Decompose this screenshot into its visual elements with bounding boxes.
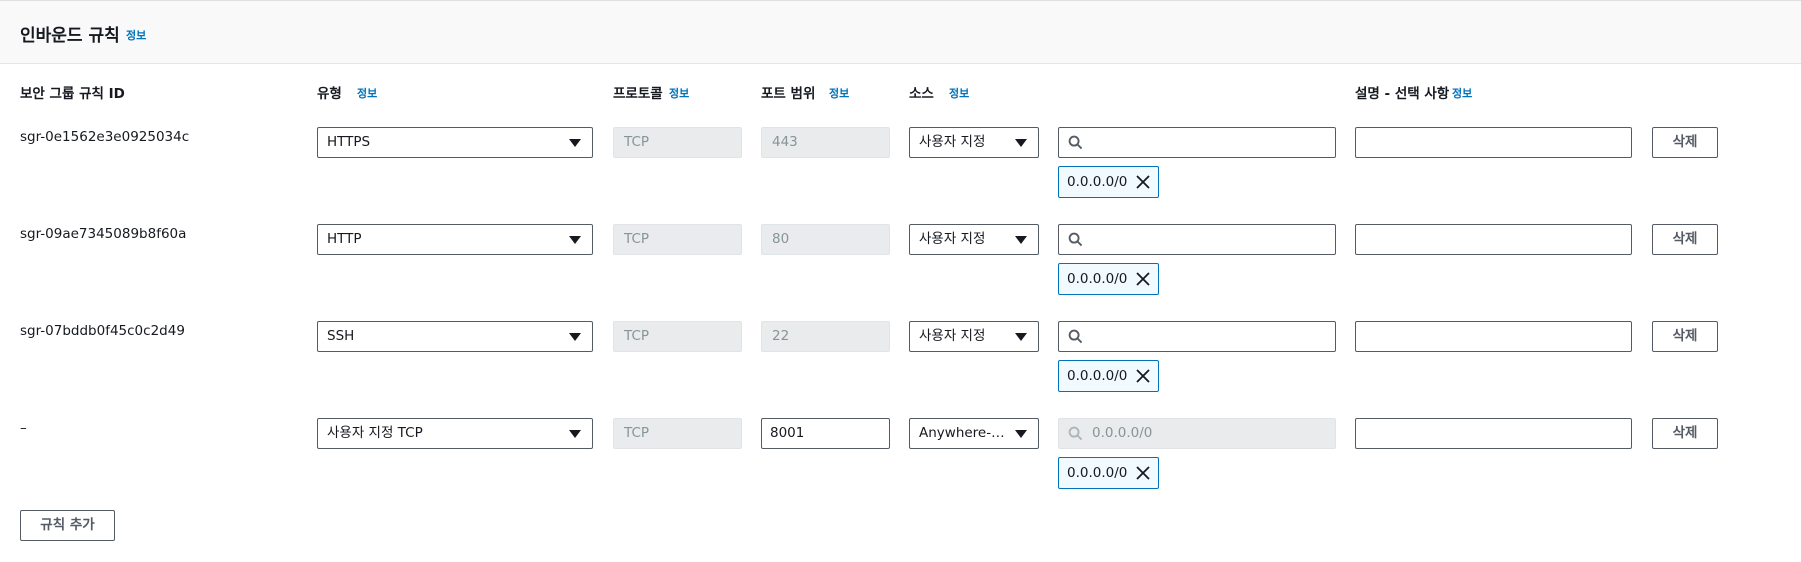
type-select-value: HTTPS	[327, 134, 371, 150]
source-token: 0.0.0.0/0	[1058, 457, 1159, 489]
description-info-link[interactable]: 정보	[1452, 85, 1472, 101]
type-select-value: 사용자 지정 TCP	[327, 425, 423, 441]
source-type-value: 사용자 지정	[919, 134, 986, 150]
source-token-label: 0.0.0.0/0	[1067, 368, 1128, 384]
type-select[interactable]: SSH	[317, 321, 593, 352]
caret-down-icon	[569, 139, 581, 147]
caret-down-icon	[1015, 333, 1027, 341]
column-header-protocol: 프로토콜	[613, 86, 663, 102]
caret-down-icon	[569, 333, 581, 341]
caret-down-icon	[1015, 430, 1027, 438]
panel-header: 인바운드 규칙 정보	[0, 0, 1801, 64]
rule-id: sgr-0e1562e3e0925034c	[20, 129, 190, 145]
protocol-field: TCP	[613, 127, 742, 158]
delete-button[interactable]: 삭제	[1652, 127, 1718, 158]
description-input[interactable]	[1355, 127, 1632, 158]
port-range-field: 443	[761, 127, 890, 158]
add-rule-button[interactable]: 규칙 추가	[20, 510, 115, 541]
delete-button[interactable]: 삭제	[1652, 224, 1718, 255]
source-search-input[interactable]	[1058, 127, 1336, 158]
source-token: 0.0.0.0/0	[1058, 263, 1159, 295]
source-search-input[interactable]	[1058, 224, 1336, 255]
source-type-value: 사용자 지정	[919, 231, 986, 247]
column-header-description: 설명 - 선택 사항	[1355, 86, 1450, 102]
delete-button[interactable]: 삭제	[1652, 418, 1718, 449]
close-icon[interactable]	[1136, 272, 1150, 286]
type-info-link[interactable]: 정보	[357, 85, 377, 101]
protocol-field: TCP	[613, 418, 742, 449]
source-token: 0.0.0.0/0	[1058, 360, 1159, 392]
type-select[interactable]: HTTPS	[317, 127, 593, 158]
rule-id: sgr-07bddb0f45c0c2d49	[20, 323, 185, 339]
column-header-type: 유형	[317, 86, 342, 102]
port-range-input[interactable]: 8001	[761, 418, 890, 449]
column-header-rule-id: 보안 그룹 규칙 ID	[20, 86, 125, 102]
protocol-info-link[interactable]: 정보	[669, 85, 689, 101]
source-token-label: 0.0.0.0/0	[1067, 174, 1128, 190]
search-icon	[1068, 426, 1083, 441]
source-token-label: 0.0.0.0/0	[1067, 271, 1128, 287]
protocol-field: TCP	[613, 224, 742, 255]
port-range-field: 80	[761, 224, 890, 255]
type-select[interactable]: 사용자 지정 TCP	[317, 418, 593, 449]
description-input[interactable]	[1355, 418, 1632, 449]
source-type-value: 사용자 지정	[919, 328, 986, 344]
source-type-select[interactable]: Anywhere-…	[909, 418, 1039, 449]
type-select-value: SSH	[327, 328, 355, 344]
panel-info-link[interactable]: 정보	[126, 27, 146, 43]
caret-down-icon	[569, 430, 581, 438]
close-icon[interactable]	[1136, 175, 1150, 189]
column-header-port-range: 포트 범위	[761, 86, 816, 102]
source-token: 0.0.0.0/0	[1058, 166, 1159, 198]
description-input[interactable]	[1355, 321, 1632, 352]
protocol-field: TCP	[613, 321, 742, 352]
source-type-select[interactable]: 사용자 지정	[909, 224, 1039, 255]
search-icon	[1068, 232, 1083, 247]
caret-down-icon	[1015, 236, 1027, 244]
type-select[interactable]: HTTP	[317, 224, 593, 255]
search-icon	[1068, 135, 1083, 150]
caret-down-icon	[569, 236, 581, 244]
source-search-input[interactable]	[1058, 321, 1336, 352]
close-icon[interactable]	[1136, 466, 1150, 480]
description-input[interactable]	[1355, 224, 1632, 255]
source-type-value: Anywhere-…	[919, 425, 1005, 441]
rule-id: –	[20, 420, 27, 436]
search-icon	[1068, 329, 1083, 344]
rule-id: sgr-09ae7345089b8f60a	[20, 226, 187, 242]
close-icon[interactable]	[1136, 369, 1150, 383]
source-search-input: 0.0.0.0/0	[1058, 418, 1336, 449]
panel-title: 인바운드 규칙	[20, 26, 120, 46]
source-type-select[interactable]: 사용자 지정	[909, 127, 1039, 158]
source-search-placeholder: 0.0.0.0/0	[1092, 425, 1153, 441]
column-header-source: 소스	[909, 86, 934, 102]
type-select-value: HTTP	[327, 231, 362, 247]
source-type-select[interactable]: 사용자 지정	[909, 321, 1039, 352]
delete-button[interactable]: 삭제	[1652, 321, 1718, 352]
caret-down-icon	[1015, 139, 1027, 147]
source-token-label: 0.0.0.0/0	[1067, 465, 1128, 481]
port-range-field: 22	[761, 321, 890, 352]
source-info-link[interactable]: 정보	[949, 85, 969, 101]
port-range-info-link[interactable]: 정보	[829, 85, 849, 101]
